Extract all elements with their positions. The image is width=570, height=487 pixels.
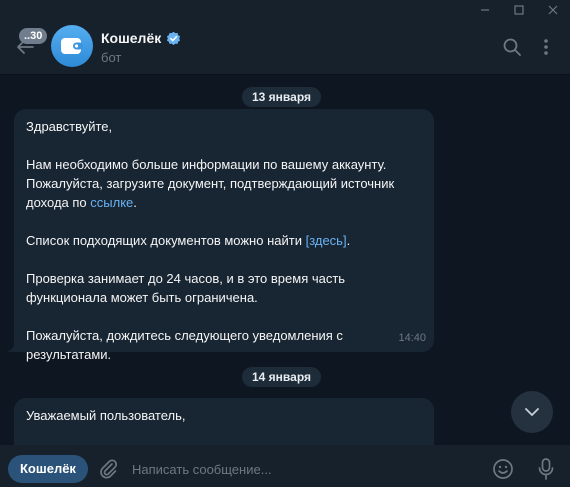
message-text: функционала может быть ограничена. (26, 290, 258, 305)
chat-title-text: Кошелёк (101, 30, 162, 46)
message-text: Нам необходимо больше информации по ваше… (26, 157, 387, 172)
message-link[interactable]: [здесь] (306, 233, 347, 248)
message-text: результатами. (26, 347, 112, 362)
message-text: Пожалуйста, дождитесь следующего уведомл… (26, 328, 343, 343)
chevron-down-icon (525, 408, 539, 416)
close-icon (548, 5, 558, 15)
message-time: 14:40 (398, 332, 426, 344)
maximize-window-button[interactable] (502, 0, 536, 20)
chat-title[interactable]: Кошелёк (101, 30, 181, 46)
unread-count-badge: ..30 (19, 28, 48, 44)
bot-menu-button[interactable]: Кошелёк (8, 455, 88, 483)
emoji-icon[interactable] (492, 458, 514, 480)
message-text: Уважаемый пользователь, (26, 408, 186, 423)
message-text: Проверка занимает до 24 часов, и в это в… (26, 271, 346, 286)
minimize-icon (481, 9, 489, 11)
close-window-button[interactable] (536, 0, 570, 20)
message-list[interactable]: 13 января Здравствуйте, Нам необходимо б… (0, 75, 570, 445)
paperclip-icon[interactable] (97, 458, 119, 480)
avatar[interactable] (51, 25, 93, 67)
minimize-window-button[interactable] (468, 0, 502, 20)
date-separator: 14 января (242, 367, 321, 387)
verified-icon (167, 31, 181, 45)
message-text: Список подходящих документов можно найти… (26, 233, 351, 248)
bubble-tail (7, 340, 17, 352)
microphone-icon[interactable] (536, 457, 556, 481)
wallet-icon (61, 38, 83, 54)
chat-header: ..30 Кошелёк бот (0, 20, 570, 75)
message-text: дохода по ссылке. (26, 195, 137, 210)
search-icon[interactable] (502, 37, 522, 57)
date-separator: 13 января (242, 87, 321, 107)
message-bubble[interactable]: Здравствуйте, Нам необходимо больше инфо… (14, 109, 434, 362)
message-text: Пожалуйста, загрузите документ, подтверж… (26, 176, 395, 191)
message-composer: Кошелёк (0, 445, 570, 487)
message-bubble[interactable]: Уважаемый пользователь, (14, 398, 434, 445)
scroll-down-button[interactable] (511, 391, 553, 433)
message-text: Здравствуйте, (26, 119, 113, 134)
maximize-icon (514, 5, 524, 15)
message-link[interactable]: ссылке (90, 195, 133, 210)
chat-subtitle: бот (101, 50, 122, 65)
message-input[interactable] (130, 457, 474, 481)
more-vertical-icon[interactable] (536, 37, 556, 57)
window-titlebar (0, 0, 570, 20)
